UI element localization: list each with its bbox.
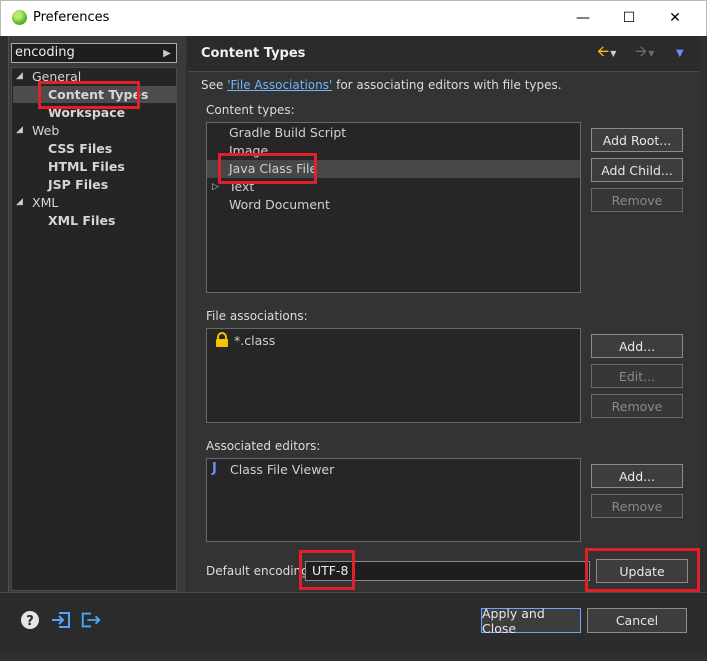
close-button[interactable]: ✕ xyxy=(652,0,698,36)
import-icon[interactable] xyxy=(50,609,72,631)
page-title: Content Types xyxy=(201,46,306,61)
remove-file-association-button[interactable]: Remove xyxy=(591,394,683,418)
callout-content-types xyxy=(38,81,140,109)
content-type-item[interactable]: Gradle Build Script xyxy=(229,125,346,140)
app-icon xyxy=(12,10,27,25)
help-icon[interactable]: ? xyxy=(19,609,41,631)
window-title: Preferences xyxy=(33,10,110,25)
view-menu-icon[interactable]: ▼ xyxy=(676,44,684,62)
remove-content-type-button[interactable]: Remove xyxy=(591,188,683,212)
expand-general-icon[interactable]: ◢ xyxy=(16,71,23,81)
file-associations-link[interactable]: 'File Associations' xyxy=(227,78,332,92)
tree-item-html-files[interactable]: HTML Files xyxy=(48,159,125,174)
intro-prefix: See xyxy=(201,78,228,92)
edit-file-association-button[interactable]: Edit... xyxy=(591,364,683,388)
minimize-button[interactable]: — xyxy=(560,0,606,36)
tree-item-xml-files[interactable]: XML Files xyxy=(48,213,115,228)
associated-editors-label: Associated editors: xyxy=(206,439,321,453)
content-type-item[interactable]: Word Document xyxy=(229,197,330,212)
callout-java-class-file xyxy=(218,153,317,184)
svg-text:?: ? xyxy=(26,614,34,629)
associated-editor-item[interactable]: Class File Viewer xyxy=(230,462,334,477)
clear-filter-icon[interactable]: ▶ xyxy=(160,44,174,62)
back-arrow-icon[interactable]: 🡨 ▼ xyxy=(597,42,616,62)
callout-update-button xyxy=(585,548,700,592)
remove-editor-button[interactable]: Remove xyxy=(591,494,683,518)
forward-arrow-icon[interactable]: 🡪 ▼ xyxy=(635,42,654,62)
tree-item-xml[interactable]: XML xyxy=(32,195,58,210)
intro-text: See 'File Associations' for associating … xyxy=(201,78,562,92)
tree-item-web[interactable]: Web xyxy=(32,123,59,138)
add-child-button[interactable]: Add Child... xyxy=(591,158,683,182)
expand-xml-icon[interactable]: ◢ xyxy=(16,197,23,207)
cancel-button[interactable]: Cancel xyxy=(587,608,687,633)
tree-item-jsp-files[interactable]: JSP Files xyxy=(48,177,108,192)
add-file-association-button[interactable]: Add... xyxy=(591,334,683,358)
intro-suffix: for associating editors with file types. xyxy=(332,78,562,92)
file-associations-label: File associations: xyxy=(206,309,308,323)
java-class-icon: J xyxy=(212,461,217,476)
filter-input[interactable]: encoding xyxy=(11,43,177,63)
lock-icon xyxy=(214,332,230,348)
file-association-item[interactable]: *.class xyxy=(234,333,275,348)
maximize-button[interactable]: ☐ xyxy=(606,0,652,36)
callout-encoding-value xyxy=(299,550,355,590)
expand-web-icon[interactable]: ◢ xyxy=(16,125,23,135)
export-icon[interactable] xyxy=(80,609,102,631)
add-root-button[interactable]: Add Root... xyxy=(591,128,683,152)
add-editor-button[interactable]: Add... xyxy=(591,464,683,488)
apply-and-close-button[interactable]: Apply and Close xyxy=(481,606,581,636)
tree-item-css-files[interactable]: CSS Files xyxy=(48,141,112,156)
default-encoding-label: Default encoding: xyxy=(206,564,313,578)
content-types-label: Content types: xyxy=(206,103,295,117)
